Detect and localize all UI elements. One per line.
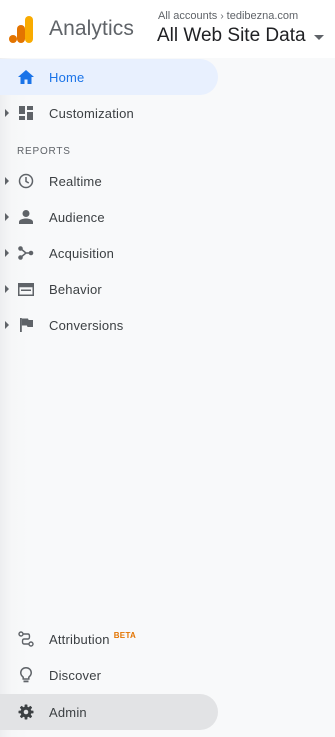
nav-acquisition-label: Acquisition [49,245,115,261]
property-selector[interactable]: All Web Site Data [157,25,324,47]
clock-icon [17,172,35,190]
nav-conversions[interactable]: Conversions [0,307,218,343]
nav-acquisition[interactable]: Acquisition [0,235,218,271]
nav-admin[interactable]: Admin [0,694,218,730]
chevron-right-icon: › [220,10,224,22]
expand-arrow-icon[interactable] [5,249,9,257]
nav-attribution-label: Attribution BETA [49,630,137,647]
nav-behavior-label: Behavior [49,281,102,297]
nav-behavior[interactable]: Behavior [0,271,218,307]
property-name: All Web Site Data [157,25,306,46]
nav-audience[interactable]: Audience [0,199,218,235]
analytics-logo-icon[interactable] [9,16,33,43]
nav-admin-label: Admin [49,704,87,720]
app-header: Analytics All accounts › tedibezna.com A… [0,0,335,58]
nav-home[interactable]: Home [0,59,218,95]
expand-arrow-icon[interactable] [5,177,9,185]
nav-home-label: Home [49,69,85,85]
nav-discover-label: Discover [49,667,102,683]
nav-discover[interactable]: Discover [0,657,218,693]
dropdown-caret-icon [313,34,324,40]
lightbulb-icon [17,666,35,684]
nav-customization-label: Customization [49,105,134,121]
gear-icon [17,703,35,721]
flag-icon [17,316,35,334]
home-icon [17,68,35,86]
expand-arrow-icon[interactable] [5,285,9,293]
nav-conversions-label: Conversions [49,317,124,333]
nav-attribution[interactable]: Attribution BETA [0,621,218,657]
nav-audience-label: Audience [49,209,105,225]
account-prefix: All accounts [158,10,218,22]
expand-arrow-icon[interactable] [5,321,9,329]
acquisition-icon [17,244,35,262]
person-icon [17,208,35,226]
reports-section-title: REPORTS [17,146,71,157]
nav-realtime-label: Realtime [49,173,102,189]
expand-arrow-icon[interactable] [5,213,9,221]
sidebar: Home Customization REPORTS Realtime Audi… [0,58,335,737]
beta-badge: BETA [113,630,137,640]
expand-arrow-icon[interactable] [5,109,9,117]
nav-realtime[interactable]: Realtime [0,163,218,199]
attribution-icon [17,630,35,648]
attribution-text: Attribution [49,631,110,647]
dashboard-icon [17,104,35,122]
app-name[interactable]: Analytics [49,17,134,41]
nav-customization[interactable]: Customization [0,95,218,131]
account-name: tedibezna.com [226,10,299,22]
browser-window-icon [17,280,35,298]
account-breadcrumb[interactable]: All accounts › tedibezna.com [158,10,298,22]
